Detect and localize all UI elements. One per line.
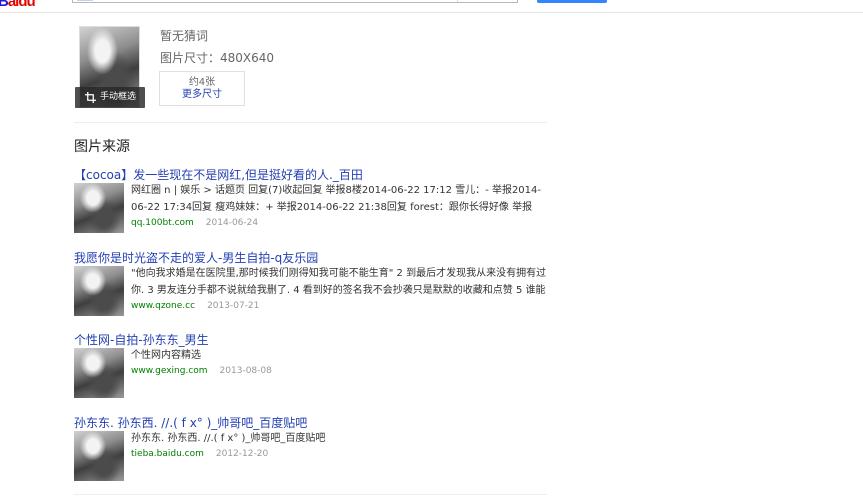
result-abstract: 孙东东. 孙东西. //.( f x° )_帅哥吧_百度贴吧 — [131, 433, 326, 444]
search-input-divider — [457, 0, 458, 2]
section-title-sources: 图片来源 — [74, 139, 130, 155]
divider — [74, 122, 547, 123]
image-size-text: 图片尺寸：480X640 — [160, 51, 275, 65]
result-url[interactable]: tieba.baidu.com — [131, 449, 204, 459]
result-thumbnail[interactable] — [74, 431, 124, 481]
search-input[interactable] — [72, 0, 518, 3]
result-date: 2013-08-08 — [219, 366, 272, 376]
result-thumbnail[interactable] — [74, 348, 124, 398]
result-title-link[interactable]: 我愿你是时光盗不走的爱人-男生自拍-q友乐园 — [74, 249, 318, 266]
result-thumbnail[interactable] — [74, 183, 124, 233]
image-query-tag[interactable] — [77, 0, 93, 1]
result-date: 2013-07-21 — [207, 301, 260, 311]
more-sizes-link[interactable]: 更多尺寸 — [160, 89, 244, 101]
result-thumbnail[interactable] — [74, 266, 124, 316]
result-meta: qq.100bt.com 2014-06-24 — [131, 217, 258, 229]
guess-text: 暂无猜词 — [160, 29, 209, 43]
more-sizes-button[interactable]: 约4张 更多尺寸 — [159, 71, 245, 106]
manual-crop-label: 手动框选 — [100, 92, 137, 102]
result-title-link[interactable]: 【cocoa】发一些现在不是网红,但是挺好看的人._百田 — [74, 166, 363, 183]
search-button[interactable] — [537, 0, 607, 3]
baidu-logo[interactable]: Baidu — [0, 0, 36, 10]
size-count: 约4张 — [188, 77, 216, 88]
result-date: 2014-06-24 — [205, 218, 259, 228]
result-abstract: "他向我求婚是在医院里,那时候我们刚得知我可能不能生育" 2 到最后才发现我从来… — [131, 268, 547, 296]
divider — [74, 494, 547, 495]
top-search-bar: Baidu — [0, 0, 863, 13]
result-abstract: 个性网内容精选 — [131, 350, 201, 361]
crop-icon — [85, 92, 96, 103]
result-title-link[interactable]: 孙东东. 孙东西. //.( f x° )_帅哥吧_百度贴吧 — [74, 414, 307, 431]
manual-crop-button[interactable]: 手动框选 — [75, 87, 145, 108]
result-title-link[interactable]: 个性网-自拍-孙东东_男生 — [74, 331, 209, 348]
result-abstract: 网红圈 n | 娱乐 > 话题页 回复(7)收起回复 举报8楼2014-06-2… — [131, 185, 541, 213]
result-url[interactable]: www.qzone.cc — [131, 301, 195, 311]
result-meta: www.gexing.com 2013-08-08 — [131, 365, 272, 377]
result-url[interactable]: www.gexing.com — [131, 366, 208, 376]
result-meta: www.qzone.cc 2013-07-21 — [131, 300, 259, 312]
result-meta: tieba.baidu.com 2012-12-20 — [131, 448, 268, 460]
result-date: 2012-12-20 — [215, 449, 269, 459]
result-url[interactable]: qq.100bt.com — [131, 218, 194, 228]
